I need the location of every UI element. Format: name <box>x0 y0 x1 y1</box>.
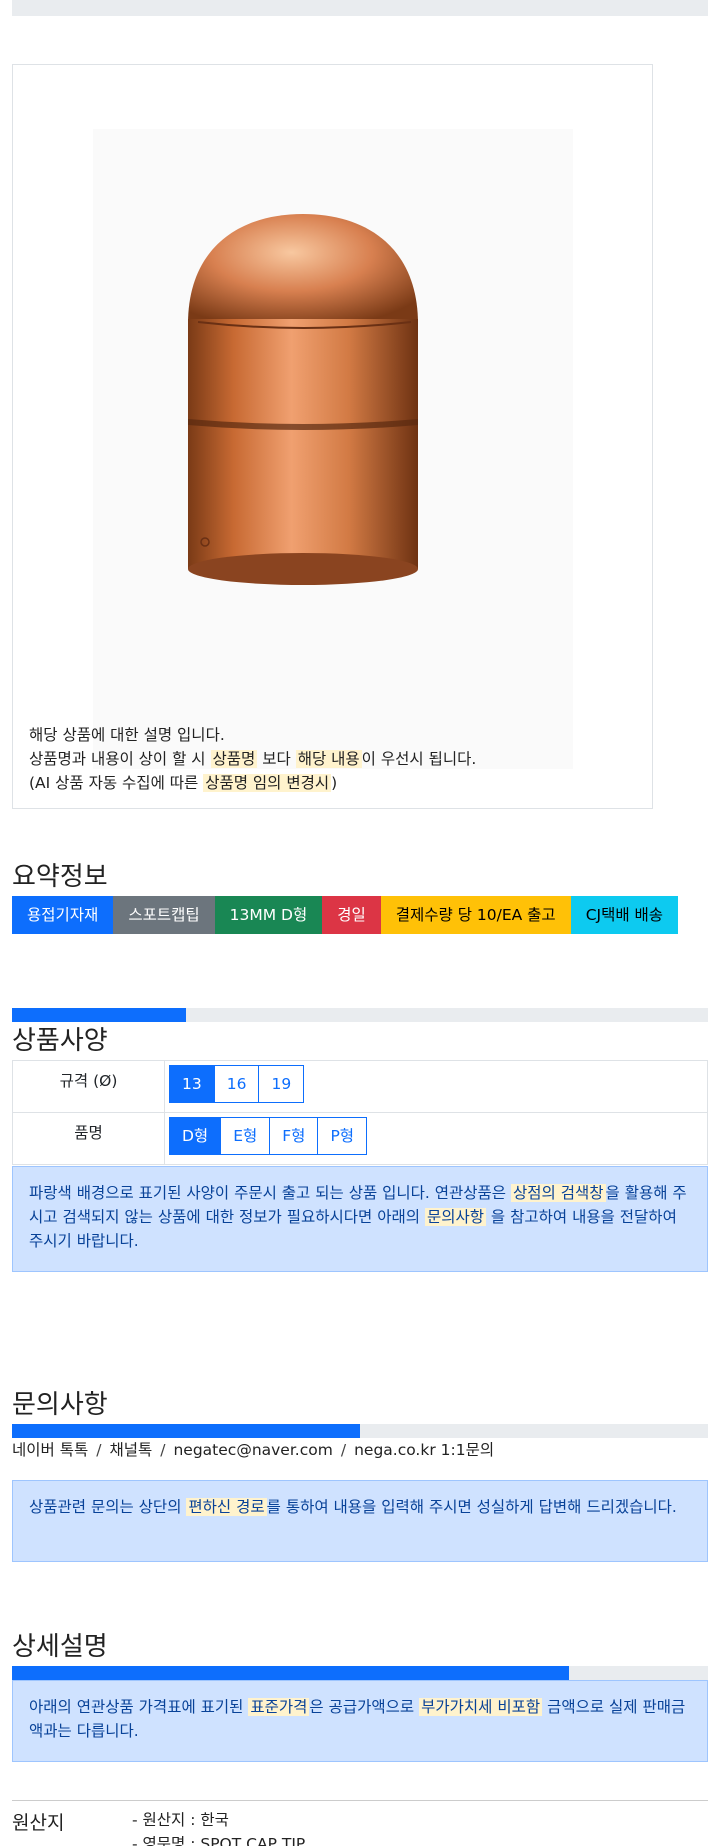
notice-highlight: 상점의 검색창 <box>511 1184 606 1202</box>
origin-item: - 원산지 : 한국 <box>132 1811 229 1829</box>
origin-title: 원산지 <box>12 1812 65 1834</box>
notice-text: 를 통하여 내용을 입력해 주시면 성실하게 답변해 드리겠습니다. <box>266 1498 677 1516</box>
origin-list: - 원산지 : 한국 - 영문명 : SPOT CAP TIP <box>132 1808 305 1846</box>
origin-divider <box>12 1800 708 1801</box>
desc-highlight: 해당 내용 <box>295 750 362 768</box>
desc-line-2: 상품명과 내용이 상이 할 시 상품명 보다 해당 내용 이 우선시 됩니다. <box>29 747 476 771</box>
detail-progress-bar <box>12 1666 708 1680</box>
inquiry-progress-bar <box>12 1424 708 1438</box>
summary-badge: 스포트캡팁 <box>113 896 215 934</box>
detail-title: 상세설명 <box>12 1632 108 1662</box>
spec-option-button[interactable]: D형 <box>169 1117 222 1155</box>
spec-option-button[interactable]: E형 <box>220 1117 271 1155</box>
summary-badge: CJ택배 배송 <box>570 896 679 934</box>
notice-text: 파랑색 배경으로 표기된 사양이 주문시 출고 되는 상품 입니다. 연관상품은 <box>29 1184 507 1202</box>
inquiry-notice: 상품관련 문의는 상단의 편하신 경로 를 통하여 내용을 입력해 주시면 성실하… <box>12 1480 708 1562</box>
desc-highlight: 상품명 <box>210 750 258 768</box>
desc-text: 이 우선시 됩니다. <box>361 750 477 768</box>
desc-text: ) <box>331 774 338 792</box>
contact-link[interactable]: 네이버 톡톡 <box>12 1441 88 1459</box>
notice-highlight: 문의사항 <box>424 1208 486 1226</box>
contact-separator: / <box>340 1441 347 1459</box>
specs-table: 규격 (Ø) 13 16 19 품명 D형 E형 F형 P형 <box>12 1060 708 1165</box>
detail-progress-fill <box>12 1666 569 1680</box>
contact-link[interactable]: 채널톡 <box>109 1441 152 1459</box>
product-image-card: 해당 상품에 대한 설명 입니다. 상품명과 내용이 상이 할 시 상품명 보다… <box>12 64 653 809</box>
spec-label: 품명 <box>12 1112 165 1165</box>
specs-title: 상품사양 <box>12 1026 108 1056</box>
notice-text: 상품관련 문의는 상단의 <box>29 1498 182 1516</box>
spec-row: 규격 (Ø) 13 16 19 <box>12 1060 708 1113</box>
spec-option-button[interactable]: 13 <box>169 1065 215 1103</box>
summary-badge: 경일 <box>322 896 381 934</box>
detail-notice: 아래의 연관상품 가격표에 표기된 표준가격 은 공급가액으로 부가가치세 비포함… <box>12 1680 708 1762</box>
spec-options: D형 E형 F형 P형 <box>164 1112 708 1165</box>
notice-highlight: 표준가격 <box>248 1698 310 1716</box>
product-description: 해당 상품에 대한 설명 입니다. 상품명과 내용이 상이 할 시 상품명 보다… <box>29 723 476 795</box>
top-divider-bar <box>12 0 708 16</box>
inquiry-progress-fill <box>12 1424 360 1438</box>
contact-separator: / <box>96 1441 102 1459</box>
product-photo <box>93 129 573 769</box>
contact-list: 네이버 톡톡 / 채널톡 / negatec@naver.com / nega.co.kr … <box>12 1438 494 1460</box>
desc-line-1: 해당 상품에 대한 설명 입니다. <box>29 726 225 744</box>
notice-text: 아래의 연관상품 가격표에 표기된 <box>29 1698 244 1716</box>
spec-option-button[interactable]: F형 <box>269 1117 319 1155</box>
summary-badges: 용접기자재 스포트캡팁 13MM D형 경일 결제수량 당 10/EA 출고 CJ택배 배… <box>12 896 679 934</box>
specs-progress-bar <box>12 1008 708 1022</box>
spec-option-button[interactable]: 16 <box>213 1065 260 1103</box>
summary-badge: 용접기자재 <box>12 896 114 934</box>
summary-title: 요약정보 <box>12 862 108 892</box>
spec-option-button[interactable]: 19 <box>258 1065 305 1103</box>
desc-line-3: (AI 상품 자동 수집에 따른 상품명 임의 변경시) <box>29 771 476 795</box>
summary-badge: 결제수량 당 10/EA 출고 <box>380 896 571 934</box>
spec-label: 규격 (Ø) <box>12 1060 165 1113</box>
origin-item: - 영문명 : SPOT CAP TIP <box>132 1835 306 1846</box>
summary-badge: 13MM D형 <box>214 896 323 934</box>
inquiry-title: 문의사항 <box>12 1390 108 1420</box>
desc-highlight: 상품명 임의 변경시 <box>203 774 332 792</box>
spec-row: 품명 D형 E형 F형 P형 <box>12 1112 708 1165</box>
desc-text: 보다 <box>262 750 291 768</box>
spec-options: 13 16 19 <box>164 1060 708 1113</box>
contact-separator: / <box>160 1441 166 1459</box>
spec-option-button[interactable]: P형 <box>317 1117 368 1155</box>
desc-text: 상품명과 내용이 상이 할 시 <box>29 750 206 768</box>
contact-link[interactable]: negatec@naver.com <box>173 1441 332 1459</box>
notice-text: 은 공급가액으로 <box>309 1698 415 1716</box>
notice-highlight: 부가가치세 비포함 <box>419 1698 543 1716</box>
specs-notice: 파랑색 배경으로 표기된 사양이 주문시 출고 되는 상품 입니다. 연관상품은… <box>12 1166 708 1272</box>
desc-text: (AI 상품 자동 수집에 따른 <box>29 774 199 792</box>
notice-highlight: 편하신 경로 <box>186 1498 267 1516</box>
contact-link[interactable]: nega.co.kr 1:1문의 <box>354 1441 494 1459</box>
